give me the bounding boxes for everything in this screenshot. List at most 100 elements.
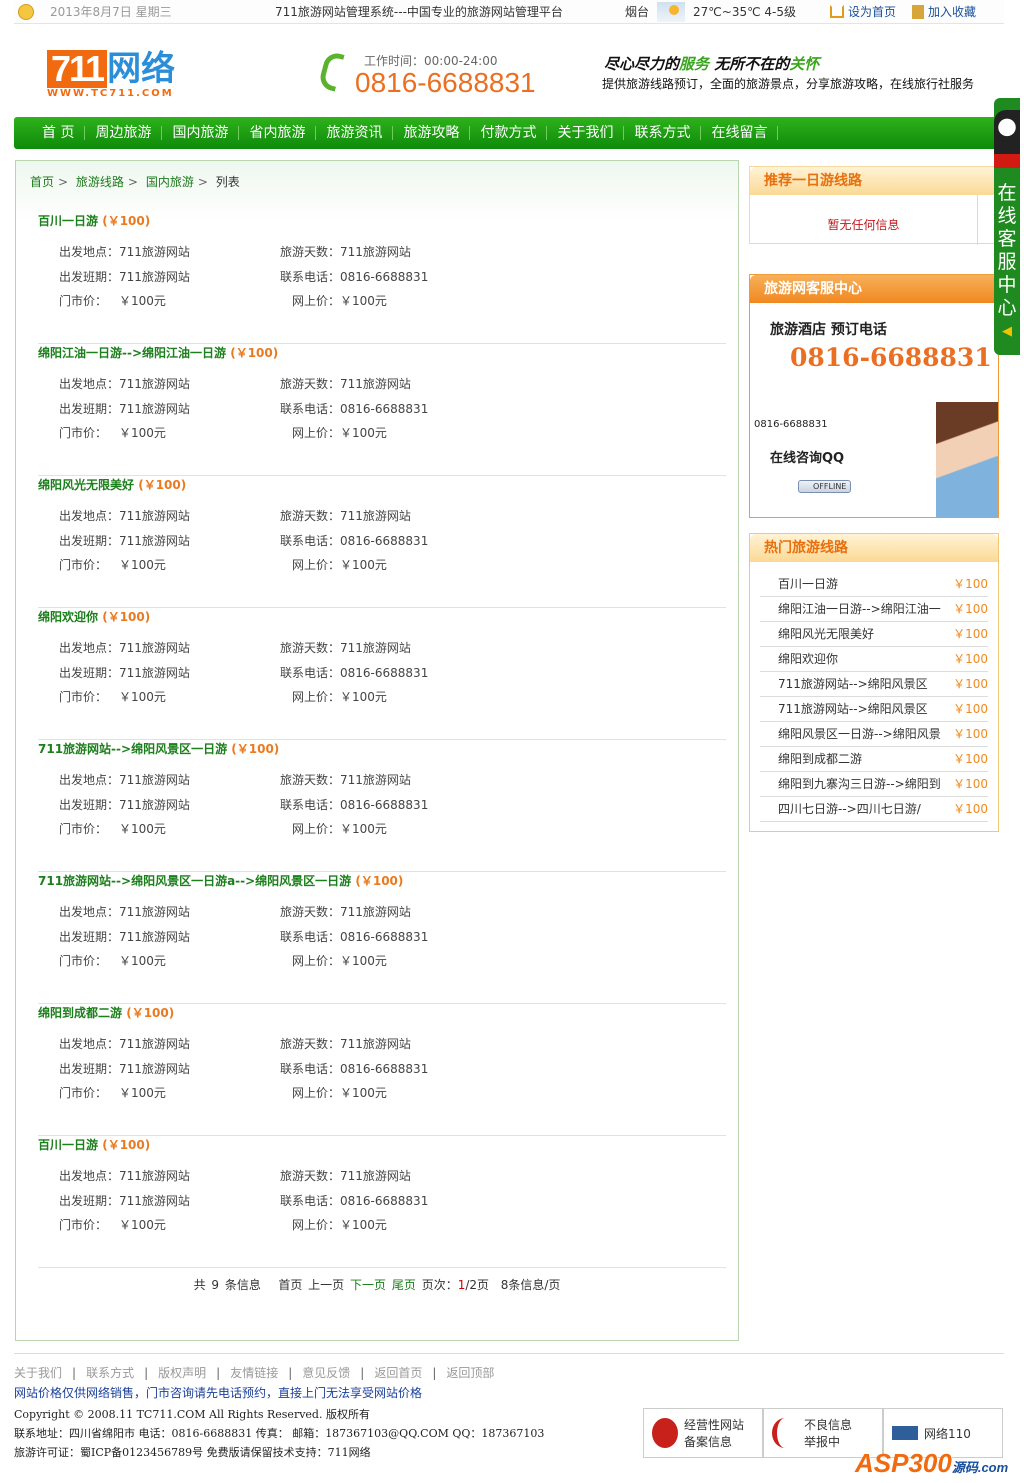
field-value: 711旅游网站 — [119, 245, 190, 259]
hot-route-item[interactable]: 711旅游网站-->绵阳风景区 ￥100 — [760, 672, 988, 697]
nav-item[interactable]: 付款方式 — [470, 126, 548, 140]
separator: | — [72, 1366, 77, 1380]
route-price: (￥100) — [138, 478, 187, 492]
nav-item[interactable]: 在线留言 — [701, 126, 779, 140]
badge-icp[interactable]: 经营性网站备案信息 — [643, 1408, 763, 1458]
set-home-link[interactable]: 设为首页 — [829, 3, 896, 20]
field-market: 门市价： ￥100元 — [59, 1084, 166, 1101]
route-title[interactable]: 百川一日游 (￥100) — [38, 1136, 150, 1153]
weather-text: 27℃~35℃ 4-5级 — [693, 5, 796, 19]
hot-route-name[interactable]: 711旅游网站-->绵阳风景区 — [778, 697, 928, 721]
hot-route-name[interactable]: 绵阳江油一日游-->绵阳江油一 — [778, 597, 941, 621]
field-value: ￥100元 — [119, 954, 166, 968]
route-name[interactable]: 百川一日游 — [38, 214, 98, 228]
route-name[interactable]: 711旅游网站-->绵阳风景区一日游 — [38, 742, 227, 756]
field-value: ￥100元 — [119, 426, 166, 440]
hot-route-item[interactable]: 绵阳欢迎你 ￥100 — [760, 647, 988, 672]
field-online: 网上价：￥100元 — [292, 688, 387, 705]
field-market: 门市价： ￥100元 — [59, 292, 166, 309]
field-market: 门市价： ￥100元 — [59, 688, 166, 705]
qq-penguin-icon — [994, 110, 1020, 168]
field-label: 门市价： — [59, 690, 108, 704]
hot-route-item[interactable]: 百川一日游 ￥100 — [760, 572, 988, 597]
route-title[interactable]: 绵阳江油一日游-->绵阳江油一日游 (￥100) — [38, 344, 278, 361]
route-title[interactable]: 百川一日游 (￥100) — [38, 212, 150, 229]
pager-prev[interactable]: 上一页 — [308, 1278, 344, 1292]
site-logo[interactable]: 711 网络 WWW.TC711.COM — [47, 50, 175, 99]
field-value: ￥100元 — [119, 690, 166, 704]
route-name[interactable]: 百川一日游 — [38, 1138, 98, 1152]
pager-first[interactable]: 首页 — [278, 1278, 302, 1292]
nav-item[interactable]: 省内旅游 — [239, 126, 317, 140]
route-title[interactable]: 711旅游网站-->绵阳风景区一日游a-->绵阳风景区一日游 (￥100) — [38, 872, 403, 889]
field-value: 711旅游网站 — [119, 534, 190, 548]
nav-item[interactable]: 首 页 — [32, 126, 86, 140]
hot-route-name[interactable]: 绵阳风景区一日游-->绵阳风景 — [778, 722, 941, 746]
float-tab-char: 心 — [997, 297, 1017, 319]
route-title[interactable]: 绵阳到成都二游 (￥100) — [38, 1004, 174, 1021]
hot-route-name[interactable]: 绵阳到成都二游 — [778, 747, 862, 771]
nav-item[interactable]: 关于我们 — [547, 126, 625, 140]
hot-route-name[interactable]: 绵阳欢迎你 — [778, 647, 838, 671]
footer-link[interactable]: 返回首页 — [374, 1366, 422, 1380]
field-value: 711旅游网站 — [119, 1062, 190, 1076]
field-schedule: 出发班期：711旅游网站 — [59, 796, 190, 813]
set-home-label: 设为首页 — [847, 5, 896, 19]
field-value: 0816-6688831 — [340, 666, 429, 680]
field-phone: 联系电话：0816-6688831 — [280, 1060, 428, 1077]
route-name[interactable]: 绵阳江油一日游-->绵阳江油一日游 — [38, 346, 226, 360]
hot-route-name[interactable]: 711旅游网站-->绵阳风景区 — [778, 672, 928, 696]
footer-link[interactable]: 关于我们 — [14, 1366, 62, 1380]
hot-route-item[interactable]: 绵阳江油一日游-->绵阳江油一 ￥100 — [760, 597, 988, 622]
qq-offline-button[interactable]: OFFLINE — [798, 480, 852, 493]
pager-next[interactable]: 下一页 — [350, 1278, 386, 1292]
field-label: 联系电话： — [280, 534, 341, 548]
nav-item[interactable]: 周边旅游 — [85, 126, 163, 140]
hot-route-item[interactable]: 绵阳风光无限美好 ￥100 — [760, 622, 988, 647]
route-name[interactable]: 绵阳到成都二游 — [38, 1006, 122, 1020]
footer-link[interactable]: 版权声明 — [158, 1366, 206, 1380]
hot-route-item[interactable]: 711旅游网站-->绵阳风景区 ￥100 — [760, 697, 988, 722]
hotline: 0816-6688831 — [355, 67, 536, 98]
hot-route-price: ￥100 — [953, 602, 988, 616]
hot-route-item[interactable]: 绵阳到九寨沟三日游-->绵阳到 ￥100 — [760, 772, 988, 797]
hot-route-item[interactable]: 绵阳到成都二游 ￥100 — [760, 747, 988, 772]
hot-route-name[interactable]: 绵阳到九寨沟三日游-->绵阳到 — [778, 772, 941, 796]
hot-route-name[interactable]: 四川七日游-->四川七日游/ — [778, 797, 921, 821]
route-title[interactable]: 711旅游网站-->绵阳风景区一日游 (￥100) — [38, 740, 279, 757]
field-value: ￥100元 — [119, 294, 166, 308]
motto-subtitle: 提供旅游线路预订，全面的旅游景点，分享旅游攻略，在线旅行社服务 — [602, 77, 975, 91]
breadcrumb-routes[interactable]: 旅游线路 — [76, 175, 124, 189]
hot-route-name[interactable]: 百川一日游 — [778, 572, 838, 596]
service-label: 旅游酒店 预订电话 — [770, 322, 887, 338]
float-tab-char: 中 — [997, 274, 1017, 296]
pager-last[interactable]: 尾页 — [392, 1278, 416, 1292]
hot-route-item[interactable]: 绵阳风景区一日游-->绵阳风景 ￥100 — [760, 722, 988, 747]
breadcrumb-home[interactable]: 首页 — [30, 175, 54, 189]
nav-item[interactable]: 旅游资讯 — [316, 126, 394, 140]
route-title[interactable]: 绵阳欢迎你 (￥100) — [38, 608, 150, 625]
collapse-arrow-icon[interactable]: ◀ — [994, 320, 1020, 343]
add-favorite-link[interactable]: 加入收藏 — [912, 3, 976, 20]
footer-link[interactable]: 友情链接 — [230, 1366, 278, 1380]
nav-item[interactable]: 国内旅游 — [162, 126, 240, 140]
nav-item[interactable]: 旅游攻略 — [393, 126, 471, 140]
field-value: 711旅游网站 — [340, 1037, 411, 1051]
hot-route-item[interactable]: 四川七日游-->四川七日游/ ￥100 — [760, 797, 988, 822]
route-name[interactable]: 绵阳欢迎你 — [38, 610, 98, 624]
footer-link[interactable]: 返回顶部 — [446, 1366, 494, 1380]
field-days: 旅游天数：711旅游网站 — [280, 243, 411, 260]
route-title[interactable]: 绵阳风光无限美好 (￥100) — [38, 476, 186, 493]
field-online: 网上价：￥100元 — [292, 424, 387, 441]
route-name[interactable]: 绵阳风光无限美好 — [38, 478, 134, 492]
hot-route-name[interactable]: 绵阳风光无限美好 — [778, 622, 874, 646]
nav-item[interactable]: 联系方式 — [624, 126, 702, 140]
route-name[interactable]: 711旅游网站-->绵阳风景区一日游a-->绵阳风景区一日游 — [38, 874, 351, 888]
footer-link[interactable]: 联系方式 — [86, 1366, 134, 1380]
weather-city: 烟台 — [625, 5, 650, 19]
emblem-icon — [652, 1418, 678, 1448]
breadcrumb-domestic[interactable]: 国内旅游 — [146, 175, 194, 189]
hot-routes-box: 热门旅游线路 百川一日游 ￥100 绵阳江油一日游-->绵阳江油一 ￥100 绵阳风光无… — [749, 533, 999, 832]
footer-link[interactable]: 意见反馈 — [302, 1366, 350, 1380]
online-service-tab[interactable]: 在线客服中心 ◀ — [994, 98, 1020, 355]
